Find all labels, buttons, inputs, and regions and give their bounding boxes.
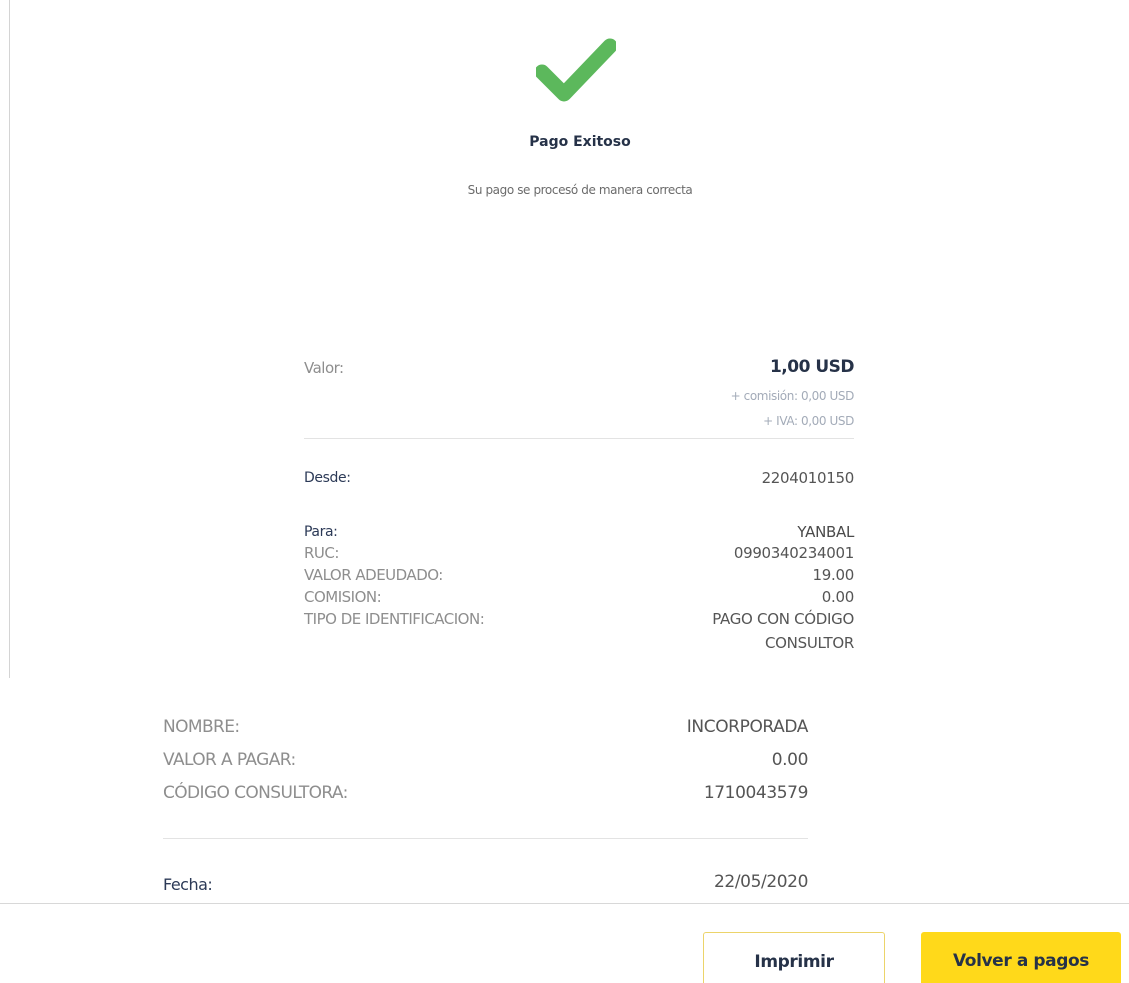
check-icon bbox=[536, 38, 616, 102]
to-label: Para: bbox=[304, 524, 338, 540]
divider bbox=[163, 838, 808, 839]
from-value: 2204010150 bbox=[761, 469, 855, 487]
date-label: Fecha: bbox=[163, 875, 213, 894]
success-subtitle: Su pago se procesó de manera correcta bbox=[467, 183, 693, 197]
consultant-code-value: 1710043579 bbox=[703, 783, 809, 803]
amount-value: 1,00 USD bbox=[769, 357, 855, 377]
id-type-value-line2: CONSULTOR bbox=[765, 634, 854, 652]
ruc-value: 0990340234001 bbox=[733, 544, 854, 562]
success-title: Pago Exitoso bbox=[529, 134, 631, 150]
ruc-label: RUC: bbox=[304, 544, 339, 562]
amount-to-pay-value: 0.00 bbox=[771, 750, 809, 770]
commission-detail-value: 0.00 bbox=[821, 588, 855, 606]
divider bbox=[304, 438, 854, 439]
amount-to-pay-label: VALOR A PAGAR: bbox=[163, 750, 296, 770]
left-border bbox=[9, 0, 10, 678]
from-label: Desde: bbox=[304, 470, 351, 486]
back-to-payments-button[interactable]: Volver a pagos bbox=[921, 932, 1121, 983]
id-type-label: TIPO DE IDENTIFICACION: bbox=[304, 610, 485, 628]
consultant-code-label: CÓDIGO CONSULTORA: bbox=[163, 783, 348, 803]
debt-label: VALOR ADEUDADO: bbox=[304, 566, 443, 584]
print-button[interactable]: Imprimir bbox=[703, 932, 885, 983]
debt-value: 19.00 bbox=[812, 566, 855, 584]
name-label: NOMBRE: bbox=[163, 717, 240, 737]
amount-label: Valor: bbox=[304, 359, 344, 377]
footer-divider bbox=[0, 903, 1129, 904]
to-value: YANBAL bbox=[797, 523, 854, 541]
commission-label: COMISION: bbox=[304, 588, 382, 606]
iva-value: + IVA: 0,00 USD bbox=[763, 414, 854, 428]
id-type-value-line1: PAGO CON CÓDIGO bbox=[712, 610, 854, 628]
name-value: INCORPORADA bbox=[686, 717, 809, 737]
commission-value: + comisión: 0,00 USD bbox=[730, 389, 855, 403]
date-value: 22/05/2020 bbox=[714, 872, 808, 892]
